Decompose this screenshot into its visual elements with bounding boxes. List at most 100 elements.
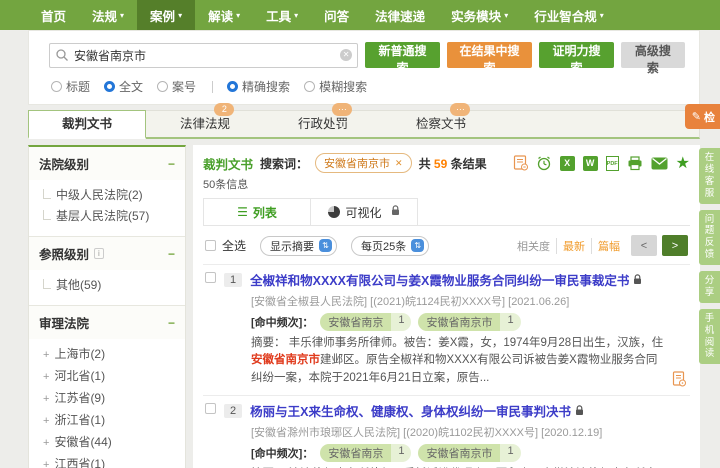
collapse-icon[interactable]: − bbox=[168, 157, 175, 171]
count-badge: ··· bbox=[332, 103, 352, 116]
facet-item[interactable]: 基层人民法院(57) bbox=[43, 206, 181, 227]
clear-search-icon[interactable]: ✕ bbox=[340, 49, 352, 61]
nav-item-home[interactable]: 首页 bbox=[28, 0, 79, 30]
sort-newest[interactable]: 最新 bbox=[556, 238, 591, 254]
facet-item[interactable]: +江西省(1) bbox=[43, 454, 181, 468]
export-pdf-icon[interactable]: PDF bbox=[606, 156, 619, 171]
share-button[interactable]: 分享 bbox=[699, 271, 720, 303]
nav-item-practice-modules[interactable]: 实务模块▾ bbox=[438, 0, 521, 30]
nav-item-laws[interactable]: 法规▾ bbox=[79, 0, 137, 30]
result-checkbox[interactable] bbox=[205, 272, 216, 283]
scope-title-radio[interactable]: 标题 bbox=[51, 78, 90, 95]
issue-feedback-button[interactable]: 问题反馈 bbox=[699, 210, 720, 266]
print-icon[interactable] bbox=[627, 156, 643, 171]
select-all-label[interactable]: 全选 bbox=[222, 237, 246, 254]
nav-item-tools[interactable]: 工具▾ bbox=[253, 0, 311, 30]
nav-item-qa[interactable]: 问答 bbox=[311, 0, 362, 30]
evidence-search-button[interactable]: 证明力搜索 bbox=[539, 42, 614, 68]
nav-label: 法规 bbox=[92, 6, 117, 25]
online-service-button[interactable]: 在线客服 bbox=[699, 148, 720, 204]
facet-title: 审理法院 bbox=[39, 313, 89, 332]
mobile-reading-button[interactable]: 手机阅读 bbox=[699, 309, 720, 365]
facet-header-reference-level[interactable]: 参照级别i− bbox=[29, 237, 185, 270]
search-input[interactable] bbox=[49, 43, 358, 68]
facet-item[interactable]: +安徽省(44) bbox=[43, 432, 181, 454]
nav-label: 法律速递 bbox=[375, 6, 425, 25]
facet-item-label: 中级人民法院(2) bbox=[56, 188, 143, 202]
tab-laws[interactable]: 法律法规2 bbox=[146, 111, 264, 137]
result-checkbox[interactable] bbox=[205, 403, 216, 414]
tab-procuratorate[interactable]: 检察文书··· bbox=[382, 111, 500, 137]
expand-icon[interactable]: + bbox=[43, 371, 49, 383]
facet-item[interactable]: +浙江省(1) bbox=[43, 410, 181, 432]
advanced-search-button[interactable]: 高级搜索 bbox=[621, 42, 685, 68]
alarm-clock-icon[interactable] bbox=[536, 155, 552, 171]
mail-icon[interactable] bbox=[651, 157, 668, 170]
export-word-icon[interactable]: W bbox=[583, 156, 598, 171]
tab-judgments[interactable]: 裁判文书 bbox=[28, 110, 146, 139]
hit-term-pill[interactable]: 安徽省南京1 bbox=[320, 444, 411, 462]
tab-visualization-view[interactable]: 可视化 bbox=[310, 198, 418, 225]
scope-caseno-radio[interactable]: 案号 bbox=[157, 78, 196, 95]
abstract-toggle-select[interactable]: 显示摘要⇅ bbox=[260, 236, 337, 256]
remove-term-icon[interactable]: ✕ bbox=[395, 158, 403, 169]
hit-term: 安徽省南京 bbox=[320, 444, 391, 462]
scope-fulltext-radio[interactable]: 全文 bbox=[104, 78, 143, 95]
report-icon[interactable] bbox=[513, 155, 528, 171]
facet-header-trial-court[interactable]: 审理法院 − bbox=[29, 306, 185, 339]
facet-item[interactable]: 其他(59) bbox=[43, 275, 181, 296]
select-all-checkbox[interactable] bbox=[205, 240, 216, 251]
expand-icon[interactable]: + bbox=[43, 437, 49, 449]
search-in-results-button[interactable]: 在结果中搜索 bbox=[447, 42, 532, 68]
info-count: 50条信息 bbox=[203, 176, 690, 192]
hit-term-pill[interactable]: 安徽省南京市1 bbox=[418, 444, 520, 462]
tab-label: 裁判文书 bbox=[62, 117, 112, 131]
search-options: 标题 全文 案号 精确搜索 模糊搜索 bbox=[51, 78, 685, 95]
tab-list-view[interactable]: ☰列表 bbox=[203, 198, 311, 225]
nav-item-industry-compliance[interactable]: 行业智合规▾ bbox=[521, 0, 617, 30]
facet-item[interactable]: +上海市(2) bbox=[43, 344, 181, 366]
expand-icon[interactable]: + bbox=[43, 415, 49, 427]
search-term-pill[interactable]: 安徽省南京市✕ bbox=[315, 153, 412, 173]
hit-term-pill[interactable]: 安徽省南京市1 bbox=[418, 313, 520, 331]
page-size-select[interactable]: 每页25条⇅ bbox=[351, 236, 429, 256]
favorite-star-icon[interactable]: ★ bbox=[676, 156, 690, 171]
facet-item[interactable]: +河北省(1) bbox=[43, 366, 181, 388]
radio-label: 精确搜索 bbox=[242, 78, 290, 95]
new-search-button[interactable]: 新普通搜索 bbox=[365, 42, 440, 68]
expand-icon[interactable]: + bbox=[43, 459, 49, 468]
mode-exact-radio[interactable]: 精确搜索 bbox=[227, 78, 290, 95]
hit-term-pill[interactable]: 安徽省南京1 bbox=[320, 313, 411, 331]
nav-item-cases[interactable]: 案例▾ bbox=[137, 0, 195, 30]
facet-item[interactable]: 中级人民法院(2) bbox=[43, 185, 181, 206]
expand-icon[interactable]: + bbox=[43, 393, 49, 405]
facet-item[interactable]: +江苏省(9) bbox=[43, 388, 181, 410]
facet-item-label: 基层人民法院(57) bbox=[56, 209, 149, 223]
info-icon: i bbox=[94, 248, 104, 259]
result-title-link[interactable]: 全椒祥和物XXXX有限公司与姜X霞物业服务合同纠纷一审民事裁定书 bbox=[250, 272, 642, 290]
nav-item-law-express[interactable]: 法律速递 bbox=[362, 0, 438, 30]
result-abstract: 摘要： 丰乐律师事务所律师。被告：姜X霞，女，1974年9月28日出生，汉族，住… bbox=[251, 335, 664, 387]
mode-fuzzy-radio[interactable]: 模糊搜索 bbox=[304, 78, 367, 95]
tab-admin-penalty[interactable]: 行政处罚··· bbox=[264, 111, 382, 137]
copy-citation-icon[interactable] bbox=[672, 371, 686, 387]
collapse-icon[interactable]: − bbox=[168, 316, 175, 330]
expand-icon[interactable]: + bbox=[43, 349, 49, 361]
results-panel: 裁判文书 搜索词： 安徽省南京市✕ 共 59 条结果 X W PDF ★ bbox=[193, 145, 700, 468]
feedback-edit-button[interactable]: ✎检 bbox=[685, 104, 720, 129]
hit-frequency-label: [命中频次]： bbox=[251, 445, 313, 461]
updown-icon: ⇅ bbox=[411, 239, 424, 252]
collapse-icon[interactable]: − bbox=[168, 247, 175, 261]
sort-relevance[interactable]: 相关度 bbox=[511, 238, 556, 254]
radio-label: 标题 bbox=[66, 78, 90, 95]
sort-length[interactable]: 篇幅 bbox=[591, 238, 626, 254]
result-item: 2 杨丽与王X来生命权、健康权、身体权纠纷一审民事判决书 [安徽省滁州市琅琊区人… bbox=[203, 395, 690, 468]
result-title-link[interactable]: 杨丽与王X来生命权、健康权、身体权纠纷一审民事判决书 bbox=[250, 403, 584, 421]
next-page-button[interactable]: > bbox=[662, 235, 688, 256]
nav-item-interpretation[interactable]: 解读▾ bbox=[195, 0, 253, 30]
tab-label: 列表 bbox=[253, 204, 277, 221]
export-excel-icon[interactable]: X bbox=[560, 156, 575, 171]
hit-count: 1 bbox=[391, 313, 411, 331]
facet-header-court-level[interactable]: 法院级别− bbox=[29, 147, 185, 180]
prev-page-button[interactable]: < bbox=[631, 235, 657, 256]
